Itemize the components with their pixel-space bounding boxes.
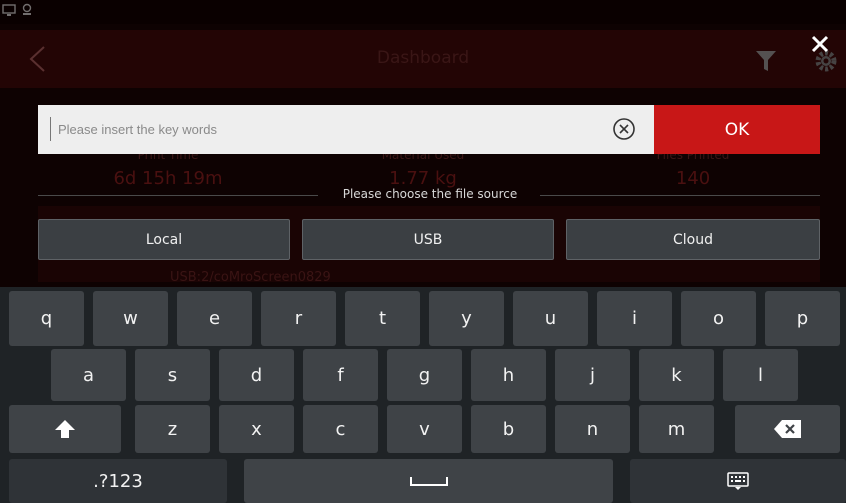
key-a[interactable]: a [51, 349, 126, 401]
backspace-icon [773, 420, 801, 438]
shift-key[interactable] [9, 405, 121, 453]
stat-value: 6d 15h 19m [113, 168, 223, 189]
divider [38, 195, 318, 196]
divider [540, 195, 820, 196]
stat-value: 1.77 kg [389, 168, 457, 189]
key-u[interactable]: u [513, 291, 588, 346]
space-key[interactable] [244, 459, 613, 503]
keyboard-icon [727, 472, 749, 490]
key-w[interactable]: w [93, 291, 168, 346]
key-b[interactable]: b [471, 405, 546, 453]
status-bar [0, 0, 846, 24]
key-o[interactable]: o [681, 291, 756, 346]
search-input[interactable] [58, 105, 598, 154]
source-cloud-button[interactable]: Cloud [566, 219, 820, 260]
monitor-icon [2, 4, 16, 16]
hide-keyboard-key[interactable] [630, 459, 846, 503]
source-usb-button[interactable]: USB [302, 219, 554, 260]
key-d[interactable]: d [219, 349, 294, 401]
key-y[interactable]: y [429, 291, 504, 346]
key-k[interactable]: k [639, 349, 714, 401]
clear-circle-icon[interactable] [612, 117, 636, 141]
usb-path: USB:2/coMroScreen0829 [170, 270, 331, 285]
key-t[interactable]: t [345, 291, 420, 346]
key-g[interactable]: g [387, 349, 462, 401]
close-icon[interactable] [805, 29, 835, 59]
page-title: Dashboard [376, 48, 470, 68]
ok-button[interactable]: OK [654, 105, 820, 154]
backspace-key[interactable] [735, 405, 840, 453]
shift-arrow-icon [55, 420, 75, 438]
key-i[interactable]: i [597, 291, 672, 346]
space-bar-icon [409, 477, 448, 486]
user-icon [22, 3, 32, 15]
symbols-key[interactable]: .?123 [9, 459, 227, 503]
text-caret [50, 117, 51, 141]
filter-icon[interactable] [755, 49, 777, 73]
key-e[interactable]: e [177, 291, 252, 346]
key-m[interactable]: m [639, 405, 714, 453]
key-n[interactable]: n [555, 405, 630, 453]
file-source-label: Please choose the file source [342, 187, 518, 201]
key-v[interactable]: v [387, 405, 462, 453]
key-l[interactable]: l [723, 349, 798, 401]
key-j[interactable]: j [555, 349, 630, 401]
key-r[interactable]: r [261, 291, 336, 346]
key-h[interactable]: h [471, 349, 546, 401]
key-x[interactable]: x [219, 405, 294, 453]
key-s[interactable]: s [135, 349, 210, 401]
key-z[interactable]: z [135, 405, 210, 453]
key-q[interactable]: q [9, 291, 84, 346]
key-c[interactable]: c [303, 405, 378, 453]
stat-value: 140 [675, 168, 711, 189]
key-p[interactable]: p [765, 291, 840, 346]
key-f[interactable]: f [303, 349, 378, 401]
source-local-button[interactable]: Local [38, 219, 290, 260]
